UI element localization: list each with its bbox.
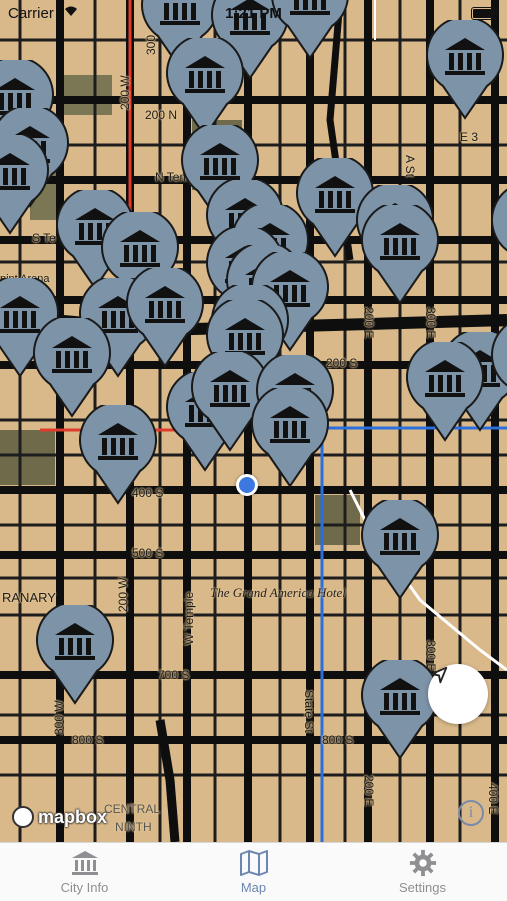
battery-icon <box>471 7 497 20</box>
street-label-200w-south: 200 W <box>116 577 130 612</box>
city-marker-pin[interactable] <box>250 388 330 488</box>
street-label-800s-east: 800 S <box>322 733 354 747</box>
gear-icon <box>409 849 436 877</box>
street-label-800s-west: 800 S <box>72 733 104 747</box>
city-marker-pin[interactable] <box>405 342 485 442</box>
tab-city-info[interactable]: City Info <box>0 843 169 901</box>
user-location-dot <box>236 474 258 496</box>
location-arrow-icon <box>430 666 448 684</box>
city-marker-pin[interactable] <box>35 605 115 705</box>
status-bar: Carrier 1:21 PM <box>0 0 507 28</box>
street-label-w-temple: W Temple <box>182 591 196 645</box>
district-label-central: CENTRAL <box>104 802 161 816</box>
mapbox-logo-text: mapbox <box>38 806 108 827</box>
street-label-400e: 400 E <box>486 783 500 815</box>
district-label-granary: RANARY <box>2 590 56 605</box>
street-label-300e-north: 300 E <box>424 307 438 339</box>
street-label-300w: 300 W <box>52 700 66 735</box>
street-label-200e-south: 200 E <box>362 775 376 807</box>
district-label-ninth: NINTH <box>115 820 152 834</box>
city-marker-pin[interactable] <box>360 500 440 600</box>
city-marker-pin[interactable] <box>360 205 440 305</box>
tab-map[interactable]: Map <box>169 843 338 901</box>
tab-settings-label: Settings <box>399 880 446 895</box>
tab-map-label: Map <box>240 880 267 895</box>
mapbox-logo-icon <box>12 806 34 828</box>
locate-me-button[interactable] <box>428 664 488 724</box>
info-icon[interactable]: i <box>458 800 484 826</box>
street-label-700s: 700 S <box>158 668 190 682</box>
city-building-icon <box>71 851 98 875</box>
tab-bar: City Info Map Settings <box>0 842 507 901</box>
city-marker-pin[interactable] <box>0 135 50 235</box>
poi-label-hotel: The Grand America Hotel <box>210 585 346 600</box>
street-label-200e-north: 200 E <box>362 307 376 339</box>
street-label-500s: 500 S <box>132 546 164 560</box>
mapbox-attribution[interactable]: mapbox <box>12 806 107 828</box>
street-label-state-st: State St <box>302 690 316 733</box>
city-marker-pin[interactable] <box>78 405 158 505</box>
city-marker-pin[interactable] <box>490 320 507 420</box>
map-icon <box>239 850 268 876</box>
map-view[interactable]: 200 N N Temple S Te 200 S 400 S 500 S 70… <box>0 0 507 842</box>
city-marker-pin[interactable] <box>425 20 505 120</box>
city-marker-pin[interactable] <box>32 318 112 418</box>
street-label-e3: E 3 <box>460 130 479 144</box>
city-marker-pin[interactable] <box>165 38 245 138</box>
tab-settings[interactable]: Settings <box>338 843 507 901</box>
clock-label: 1:21 PM <box>225 5 282 22</box>
street-label-a-st: A St <box>403 155 417 178</box>
city-marker-pin[interactable] <box>490 185 507 285</box>
tab-city-info-label: City Info <box>60 880 109 895</box>
street-label-200w-north: 200 W <box>118 75 132 110</box>
